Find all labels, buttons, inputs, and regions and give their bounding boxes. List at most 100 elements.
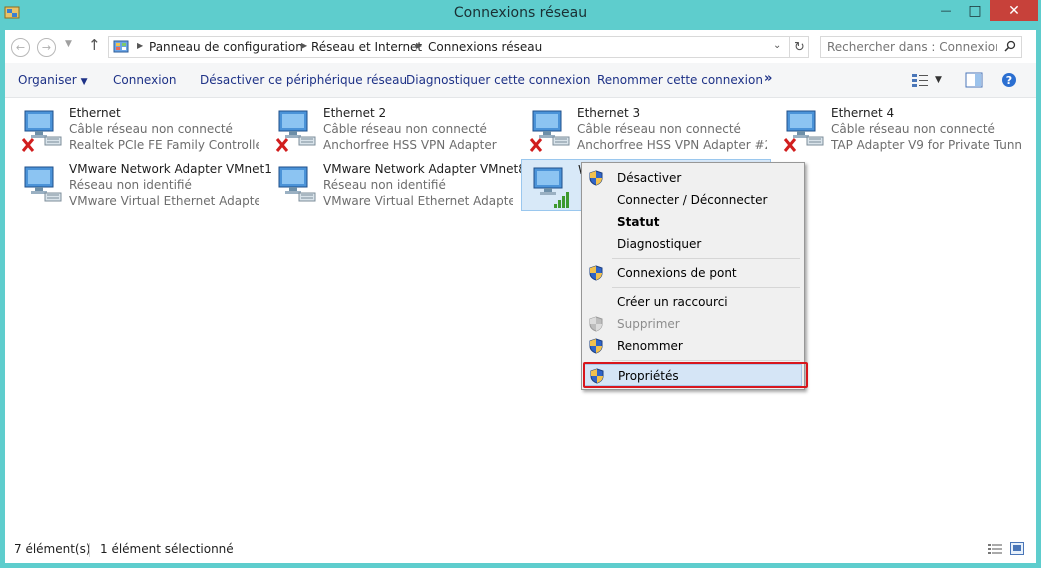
menu-item-label: Connexions de pont <box>617 266 737 280</box>
connection-adapter: VMware Virtual Ethernet Adapter ... <box>323 194 513 208</box>
red-highlight-box <box>583 362 808 388</box>
connection-name: Ethernet 2 <box>323 106 387 120</box>
refresh-icon: ↻ <box>794 39 805 55</box>
view-options-dropdown[interactable]: ▼ <box>935 75 942 91</box>
connexion-button[interactable]: Connexion <box>113 73 177 87</box>
context-menu-item-diagnostiquer[interactable]: Diagnostiquer <box>584 233 802 255</box>
network-adapter-icon <box>278 166 316 202</box>
menu-separator <box>612 360 800 361</box>
diagnose-connection-button[interactable]: Diagnostiquer cette connexion <box>406 73 590 87</box>
connection-name: VMware Network Adapter VMnet1 <box>69 162 272 176</box>
context-menu-item-connecter[interactable]: Connecter / Déconnecter <box>584 189 802 211</box>
preview-pane-icon[interactable] <box>965 72 983 88</box>
breadcrumb-arrow-icon[interactable]: ▶ <box>301 41 307 50</box>
connection-tile[interactable]: VMware Network Adapter VMnet8 Réseau non… <box>267 159 526 211</box>
breadcrumb-item[interactable]: Réseau et Internet <box>311 40 422 54</box>
up-button[interactable]: ↑ <box>88 36 101 54</box>
connection-adapter: VMware Virtual Ethernet Adapter ... <box>69 194 259 208</box>
chevron-down-icon: ▼ <box>65 39 72 49</box>
address-history-dropdown[interactable]: ⌄ <box>773 40 781 51</box>
connection-adapter: Anchorfree HSS VPN Adapter #2 <box>577 138 767 152</box>
wifi-adapter-icon <box>533 167 569 208</box>
network-adapter-disconnected-icon <box>21 110 62 152</box>
minimize-button[interactable]: — <box>932 0 960 21</box>
breadcrumb-item[interactable]: Connexions réseau <box>428 40 542 54</box>
rename-connection-button[interactable]: Renommer cette connexion <box>597 73 763 87</box>
context-menu-item-statut[interactable]: Statut <box>584 211 802 233</box>
title-bar[interactable]: Connexions réseau — □ ✕ <box>0 0 1041 30</box>
network-adapter-disconnected-icon <box>783 110 824 152</box>
forward-button[interactable]: → <box>37 38 56 57</box>
address-bar-row: ← → ▼ ↑ ▶ Panneau de configuration ▶ Rés… <box>5 30 1036 63</box>
uac-shield-icon <box>589 338 603 354</box>
more-commands-button[interactable]: » <box>764 71 772 86</box>
large-icons-view-icon[interactable] <box>1010 542 1024 555</box>
arrow-up-icon: ↑ <box>88 36 101 54</box>
connection-name: VMware Network Adapter VMnet8 <box>323 162 526 176</box>
uac-shield-icon <box>589 170 603 186</box>
uac-shield-icon <box>589 316 603 332</box>
close-button[interactable]: ✕ <box>990 0 1038 21</box>
connection-status: Réseau non identifié <box>69 178 192 192</box>
search-input[interactable] <box>827 40 997 54</box>
connection-tile[interactable]: Ethernet 3 Câble réseau non connecté Anc… <box>521 103 771 155</box>
breadcrumb-arrow-icon[interactable]: ▶ <box>416 41 422 50</box>
disable-device-button[interactable]: Désactiver ce périphérique réseau <box>200 73 407 87</box>
connection-adapter: Anchorfree HSS VPN Adapter <box>323 138 497 152</box>
context-menu-item-pont[interactable]: Connexions de pont <box>584 262 802 284</box>
context-menu-item-renommer[interactable]: Renommer <box>584 335 802 357</box>
breadcrumb-arrow-icon[interactable]: ▶ <box>137 41 143 50</box>
refresh-button[interactable]: ↻ <box>789 37 809 57</box>
svg-text:?: ? <box>1006 74 1012 87</box>
organiser-label: Organiser <box>18 73 77 87</box>
connection-adapter: Realtek PCIe FE Family Controller <box>69 138 259 152</box>
help-icon[interactable]: ? <box>1001 72 1017 88</box>
connection-status: Câble réseau non connecté <box>323 122 487 136</box>
change-view-icon[interactable] <box>911 72 929 88</box>
connection-name: Ethernet 3 <box>577 106 641 120</box>
search-icon[interactable] <box>1004 40 1016 52</box>
menu-item-label: Désactiver <box>617 171 682 185</box>
context-menu-item-desactiver[interactable]: Désactiver <box>584 167 802 189</box>
menu-item-label: Diagnostiquer <box>617 237 702 251</box>
network-adapter-disconnected-icon <box>275 110 316 152</box>
context-menu-item-raccourci[interactable]: Créer un raccourci <box>584 291 802 313</box>
organiser-button[interactable]: Organiser ▼ <box>18 73 88 87</box>
connection-tile[interactable]: Ethernet 2 Câble réseau non connecté Anc… <box>267 103 517 155</box>
window: Connexions réseau — □ ✕ ← → ▼ ↑ ▶ Pannea… <box>0 0 1041 568</box>
breadcrumb-item[interactable]: Panneau de configuration <box>149 40 303 54</box>
connection-status: Câble réseau non connecté <box>831 122 995 136</box>
maximize-button[interactable]: □ <box>961 0 989 21</box>
connections-list[interactable]: Ethernet Câble réseau non connecté Realt… <box>5 99 1036 535</box>
chevron-down-icon: ▼ <box>80 77 88 87</box>
menu-item-label: Renommer <box>617 339 683 353</box>
explorer-client: ← → ▼ ↑ ▶ Panneau de configuration ▶ Rés… <box>5 30 1036 563</box>
connection-name: Ethernet <box>69 106 121 120</box>
connection-tile[interactable]: Ethernet 4 Câble réseau non connecté TAP… <box>775 103 1025 155</box>
connection-name: Ethernet 4 <box>831 106 895 120</box>
menu-separator <box>612 258 800 259</box>
maximize-icon: □ <box>968 2 982 19</box>
details-view-icon[interactable] <box>988 543 1002 555</box>
menu-item-label: Statut <box>617 215 660 229</box>
arrow-right-icon: → <box>41 41 52 54</box>
connection-status: Câble réseau non connecté <box>69 122 233 136</box>
context-menu: Désactiver Connecter / Déconnecter Statu… <box>581 162 805 390</box>
menu-item-label: Supprimer <box>617 317 680 331</box>
minimize-icon: — <box>940 4 952 17</box>
close-icon: ✕ <box>1008 2 1020 19</box>
connection-adapter: TAP Adapter V9 for Private Tunnel <box>831 138 1021 152</box>
recent-locations-dropdown[interactable]: ▼ <box>65 39 72 49</box>
connection-tile[interactable]: VMware Network Adapter VMnet1 Réseau non… <box>13 159 272 211</box>
command-bar: Organiser ▼ Connexion Désactiver ce périp… <box>5 63 1036 98</box>
control-panel-icon <box>113 40 129 53</box>
network-adapter-icon <box>24 166 62 202</box>
status-bar: 7 élément(s) 1 élément sélectionné <box>5 535 1036 563</box>
address-box[interactable]: ▶ Panneau de configuration ▶ Réseau et I… <box>108 36 809 58</box>
back-button[interactable]: ← <box>11 38 30 57</box>
search-box[interactable] <box>820 36 1022 58</box>
menu-item-label: Créer un raccourci <box>617 295 728 309</box>
status-divider <box>89 543 90 557</box>
connection-status: Réseau non identifié <box>323 178 446 192</box>
connection-tile[interactable]: Ethernet Câble réseau non connecté Realt… <box>13 103 263 155</box>
